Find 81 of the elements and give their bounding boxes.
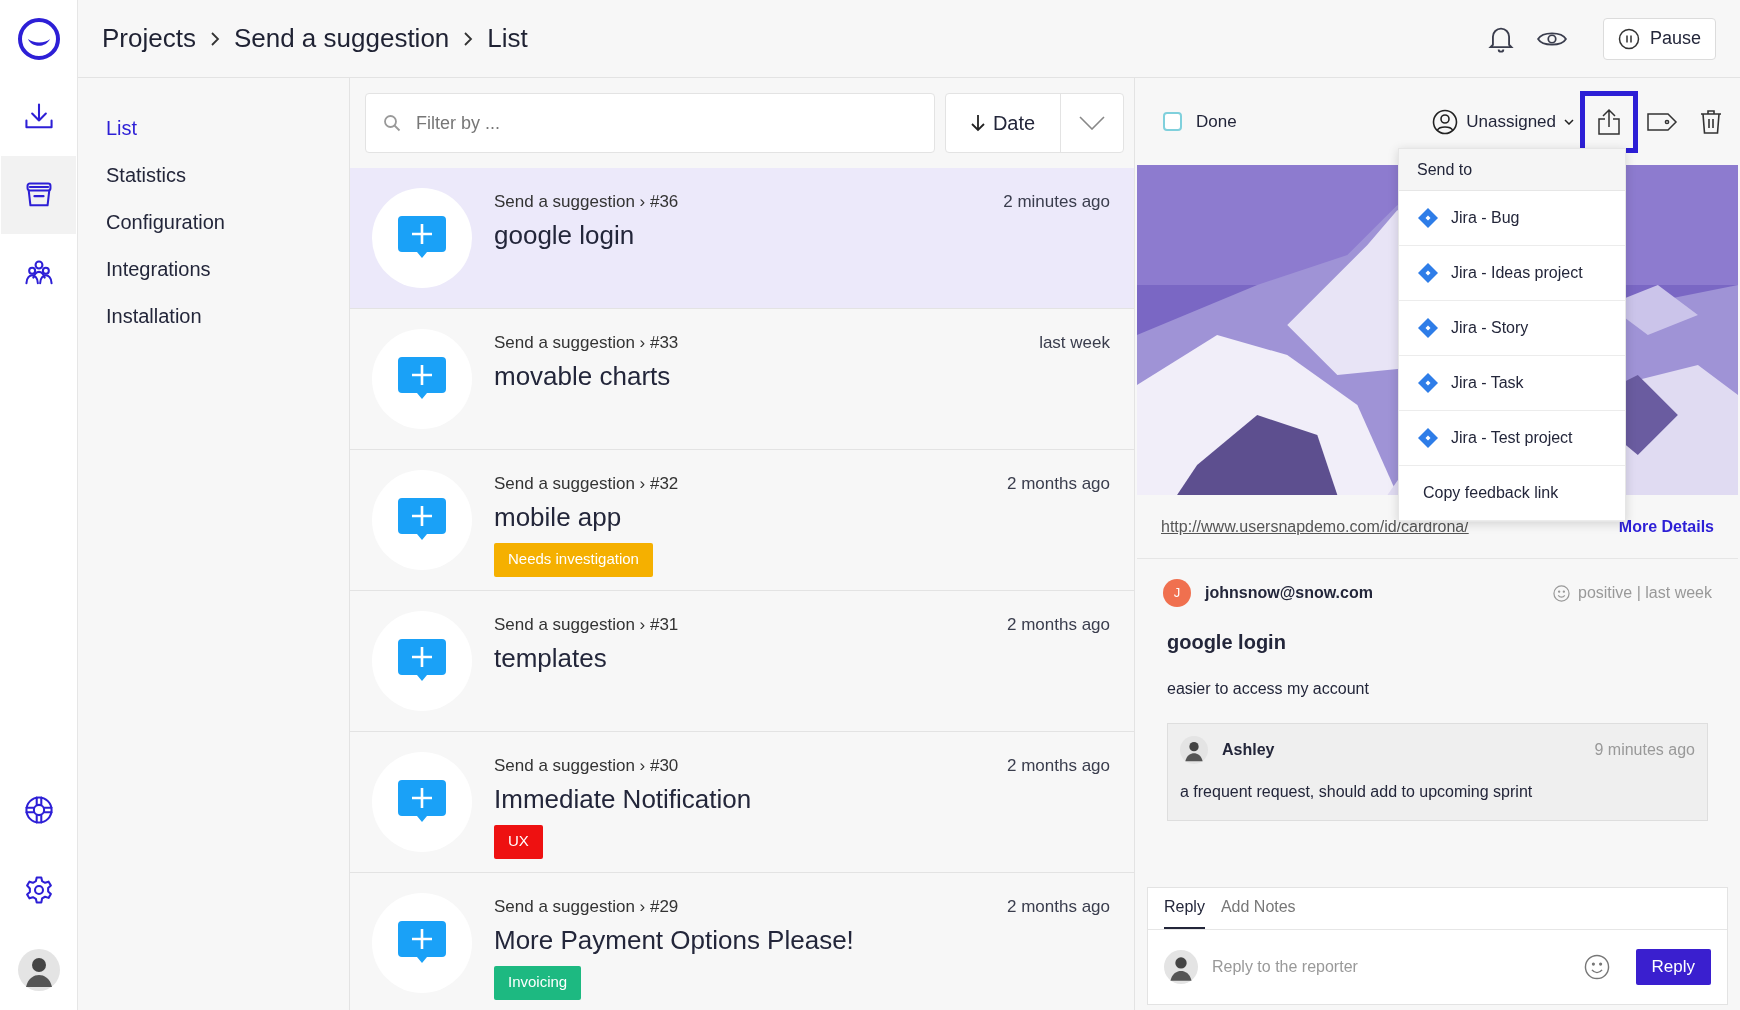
breadcrumb-link[interactable]: Projects <box>102 19 196 58</box>
feedback-title: More Payment Options Please! <box>494 923 854 957</box>
timestamp: 2 months ago <box>1007 614 1111 636</box>
reply-field[interactable]: Reply to the reporter <box>1212 949 1570 985</box>
feedback-row[interactable]: Send a suggestion › #31 2 months ago templates <box>350 591 1134 732</box>
trash-icon[interactable] <box>1700 109 1722 134</box>
breadcrumb-link[interactable]: Send a suggestion <box>233 19 450 58</box>
nav-link[interactable]: Statistics <box>106 162 349 188</box>
menu-item[interactable]: Jira - Bug <box>1399 191 1625 246</box>
tag-icon[interactable] <box>1646 111 1678 132</box>
avatar[interactable] <box>17 949 60 991</box>
feedback-title: movable charts <box>494 359 671 393</box>
nav-link[interactable]: Integrations <box>106 256 349 282</box>
nav-link[interactable]: Configuration <box>106 209 349 235</box>
pause-button[interactable]: Pause <box>1602 17 1716 60</box>
timestamp: 2 minutes ago <box>1003 191 1111 213</box>
chevron-down-icon <box>1079 116 1105 130</box>
feedback-title: templates <box>494 641 607 675</box>
timestamp: 2 months ago <box>1007 473 1111 495</box>
timestamp: 9 minutes ago <box>1594 740 1695 760</box>
project-label: Send a suggestion › #33 <box>494 332 679 354</box>
timestamp: last week <box>1039 332 1111 354</box>
breadcrumb-link[interactable]: List <box>487 19 528 58</box>
diamond-icon <box>1417 262 1439 284</box>
checkbox-label: Done <box>1196 110 1237 133</box>
feedback-heading: google login <box>1166 630 1287 655</box>
menu-item[interactable]: Jira - Ideas project <box>1399 246 1625 301</box>
pause-icon <box>1617 27 1640 50</box>
tab[interactable]: Reply <box>1164 895 1205 929</box>
avatar <box>1180 736 1208 764</box>
caret-icon <box>1564 118 1574 125</box>
reporter-email: johnsnow@snow.com <box>1205 583 1373 603</box>
avatar <box>1164 950 1198 984</box>
feedback-row[interactable]: Send a suggestion › #30 2 months ago Immediate Notification UX <box>350 732 1134 873</box>
logo-icon[interactable] <box>16 17 61 61</box>
chevron-right-icon <box>209 30 220 47</box>
project-label: Send a suggestion › #36 <box>494 191 679 213</box>
menu-item[interactable]: Copy feedback link <box>1399 466 1625 521</box>
feedback-title: google login <box>494 218 635 252</box>
project-label: Send a suggestion › #30 <box>494 755 679 777</box>
note-author: Ashley <box>1222 740 1275 760</box>
assignee-dropdown[interactable]: Unassigned <box>1432 108 1574 135</box>
lifebuoy-icon[interactable] <box>22 794 55 826</box>
menu-item[interactable]: Jira - Test project <box>1399 411 1625 466</box>
tag[interactable]: UX <box>494 824 543 859</box>
emoji-icon[interactable] <box>1583 954 1610 980</box>
nav-link[interactable]: List <box>106 115 349 141</box>
note-text: a frequent request, should add to upcoming sprint <box>1180 782 1534 802</box>
nav-link[interactable]: Installation <box>106 303 349 329</box>
sidebar-item[interactable] <box>1 156 76 234</box>
reply-button[interactable]: Reply <box>1635 949 1711 985</box>
feedback-row[interactable]: Send a suggestion › #32 2 months ago mobile app Needs investigation <box>350 450 1134 591</box>
menu-item[interactable]: Jira - Story <box>1399 301 1625 356</box>
feedback-title: Immediate Notification <box>494 782 752 816</box>
chevron-right-icon <box>463 30 474 47</box>
share-icon <box>1597 107 1621 136</box>
timestamp: 2 months ago <box>1007 896 1111 918</box>
diamond-icon <box>1417 372 1439 394</box>
feedback-message: easier to access my account <box>1166 679 1370 699</box>
project-label: Send a suggestion › #31 <box>494 614 679 636</box>
feedback-row[interactable]: Send a suggestion › #36 2 minutes ago google login <box>350 168 1134 309</box>
diamond-icon <box>1417 427 1439 449</box>
tab[interactable]: Add Notes <box>1220 895 1296 929</box>
feedback-title: mobile app <box>494 500 622 534</box>
smiley-icon <box>1553 584 1570 602</box>
project-label: Send a suggestion › #32 <box>494 473 679 495</box>
diamond-icon <box>1417 317 1439 339</box>
search-icon <box>383 114 401 132</box>
avatar-initial: J <box>1163 579 1191 607</box>
feedback-row[interactable]: Send a suggestion › #29 2 months ago More Payment Options Please! Invoicing <box>350 873 1134 1010</box>
filter-field[interactable]: Filter by ... <box>365 93 935 153</box>
feedback-row[interactable]: Send a suggestion › #33 last week movable charts <box>350 309 1134 450</box>
checkbox[interactable] <box>1163 112 1182 131</box>
user-icon <box>1432 108 1459 135</box>
project-label: Send a suggestion › #29 <box>494 896 679 918</box>
menu-heading: Send to <box>1399 149 1625 191</box>
diamond-icon <box>1417 207 1439 229</box>
sentiment-label: positive | last week <box>1578 583 1712 603</box>
timestamp: 2 months ago <box>1007 755 1111 777</box>
arrow-down-icon <box>970 114 985 132</box>
menu-item[interactable]: Jira - Task <box>1399 356 1625 411</box>
